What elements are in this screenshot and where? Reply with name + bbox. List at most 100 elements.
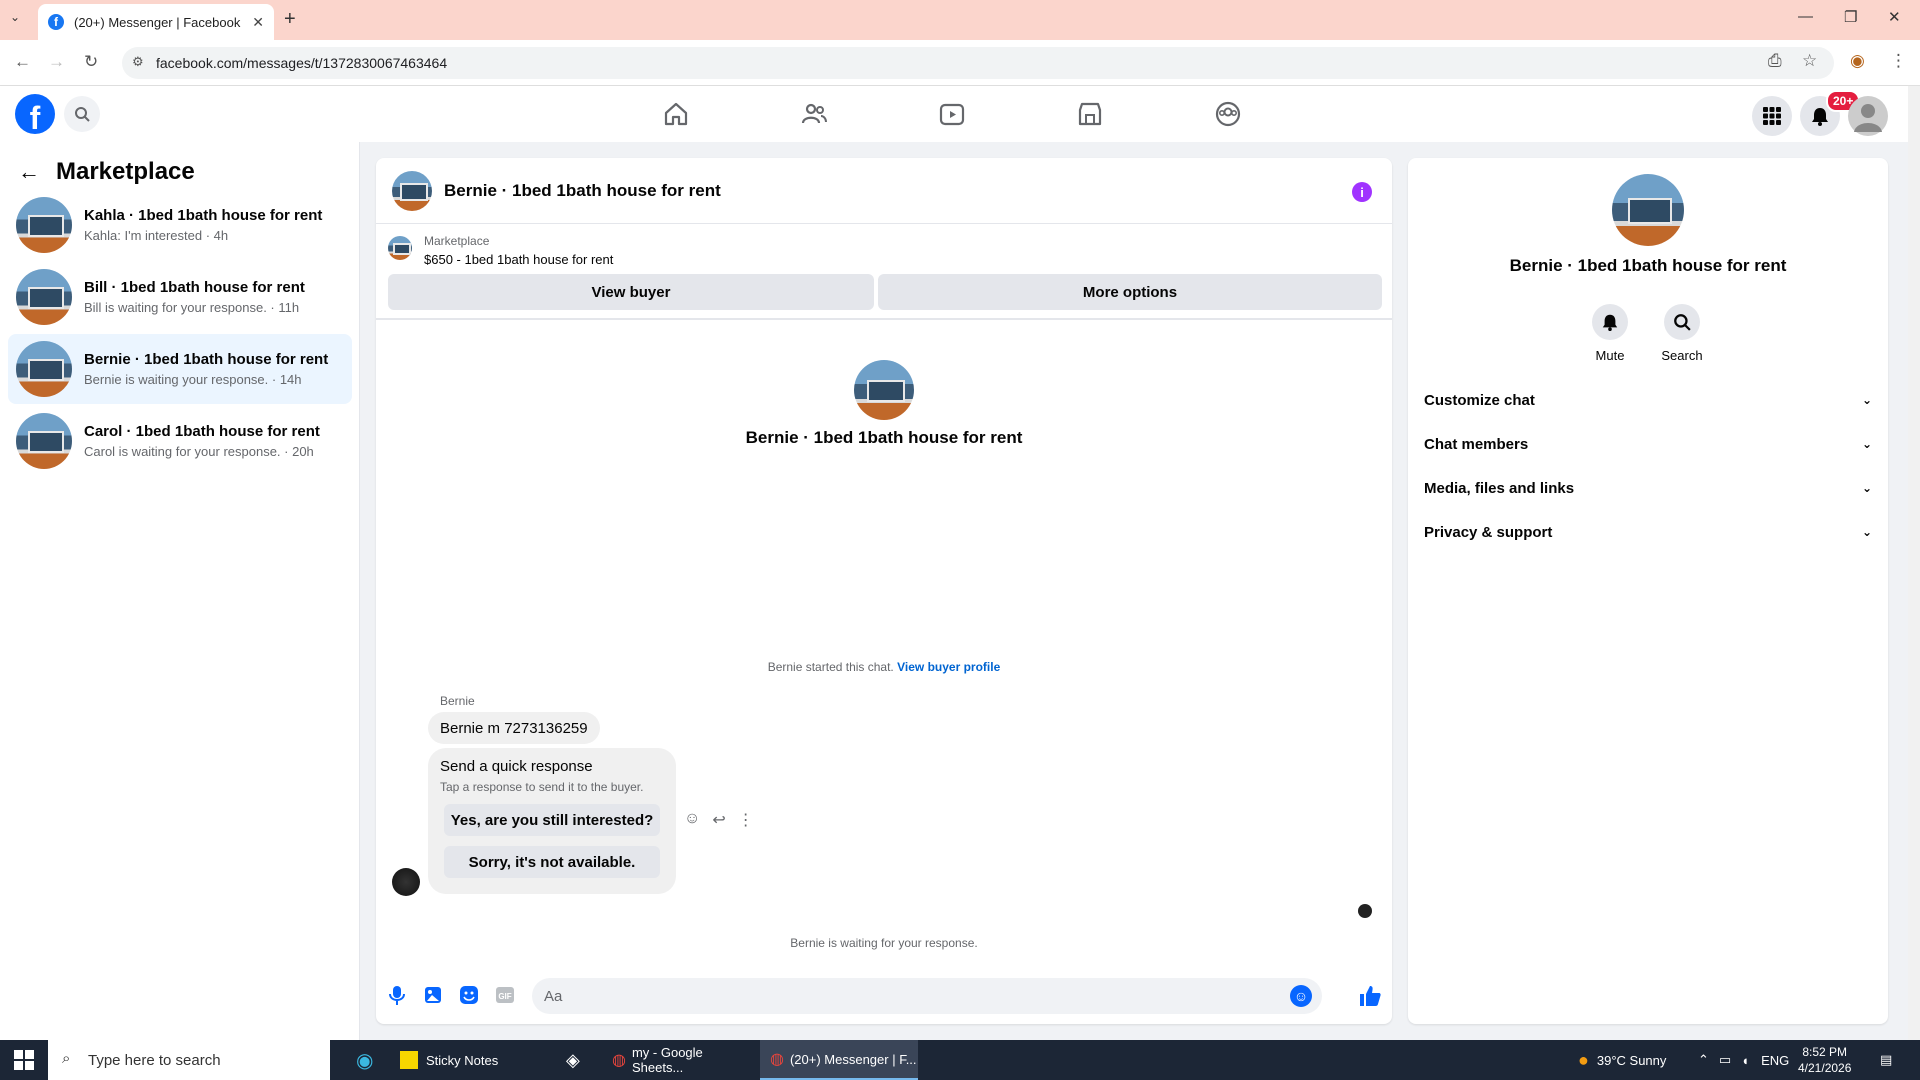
listing-thumbnail-small: [388, 236, 412, 260]
message-bubble[interactable]: Bernie m 7273136259: [428, 712, 600, 744]
conversation-item-bill[interactable]: Bill · 1bed 1bath house for rent Bill is …: [8, 262, 352, 332]
notification-center-icon[interactable]: ▤: [1880, 1040, 1892, 1080]
message-input[interactable]: Aa ☺: [532, 978, 1322, 1014]
media-files-links-section[interactable]: Media, files and links ⌄: [1424, 466, 1872, 510]
section-label: Privacy & support: [1424, 523, 1553, 541]
bookmark-star-icon[interactable]: ☆: [1802, 51, 1817, 71]
groups-icon[interactable]: [1214, 100, 1242, 128]
clock-time: 8:52 PM: [1802, 1045, 1848, 1059]
chrome-icon: ◍: [770, 1051, 784, 1068]
weather-text: 39°C Sunny: [1596, 1052, 1667, 1068]
edge-taskbar-icon[interactable]: ◉: [346, 1040, 386, 1080]
messenger-taskbar-item[interactable]: ◍ (20+) Messenger | F...: [760, 1040, 918, 1080]
seen-indicator: [1358, 904, 1372, 918]
listing-thumbnail: [16, 269, 72, 325]
conversation-item-carol[interactable]: Carol · 1bed 1bath house for rent Carol i…: [8, 406, 352, 476]
mute-button[interactable]: Mute: [1570, 304, 1650, 363]
facebook-logo[interactable]: f: [15, 94, 55, 134]
photo-icon[interactable]: [422, 984, 444, 1006]
forward-icon[interactable]: →: [48, 52, 65, 72]
account-avatar-button[interactable]: [1848, 96, 1888, 136]
more-icon[interactable]: ⋮: [738, 810, 754, 830]
details-name: Bernie · 1bed 1bath house for rent: [1509, 256, 1787, 275]
network-icon[interactable]: ▭: [1719, 1052, 1731, 1068]
profile-icon[interactable]: ◉: [1850, 51, 1865, 71]
taskbar-clock[interactable]: 8:52 PM 4/21/2026: [1798, 1044, 1851, 1076]
google-sheets-taskbar-item[interactable]: ◍ my - Google Sheets...: [602, 1040, 754, 1080]
weather-widget[interactable]: ● 39°C Sunny: [1578, 1040, 1666, 1080]
new-tab-icon[interactable]: +: [284, 8, 296, 31]
quick-response-sorry-button[interactable]: Sorry, it's not available.: [444, 846, 660, 878]
marketplace-icon[interactable]: [1076, 100, 1104, 128]
sender-avatar[interactable]: [392, 868, 420, 896]
site-settings-icon[interactable]: ⚙: [132, 54, 144, 70]
chat-header: Bernie · 1bed 1bath house for rent i: [376, 158, 1392, 224]
page-scrollbar[interactable]: [1908, 86, 1920, 1040]
gif-icon[interactable]: GIF: [494, 984, 516, 1006]
quick-response-yes-button[interactable]: Yes, are you still interested?: [444, 804, 660, 836]
windows-taskbar: ⌕ Type here to search ◉ Sticky Notes ◈ ◍…: [0, 1040, 1920, 1080]
back-arrow-icon[interactable]: ←: [18, 159, 40, 185]
back-icon[interactable]: ←: [14, 52, 31, 72]
chat-members-section[interactable]: Chat members ⌄: [1424, 422, 1872, 466]
address-bar[interactable]: ⚙ facebook.com/messages/t/13728300674634…: [122, 47, 1834, 79]
close-window-icon[interactable]: ✕: [1888, 8, 1901, 26]
conversation-preview: Bernie is waiting your response. · 14h: [84, 372, 302, 387]
info-icon[interactable]: i: [1352, 182, 1372, 202]
menu-grid-button[interactable]: [1752, 96, 1792, 136]
chevron-up-icon[interactable]: ⌃: [1698, 1052, 1709, 1068]
close-tab-icon[interactable]: ✕: [252, 14, 264, 31]
marketplace-label: Marketplace: [424, 234, 490, 248]
chevron-down-icon: ⌄: [1861, 393, 1872, 407]
browser-menu-icon[interactable]: ⋮: [1890, 51, 1907, 71]
install-app-icon[interactable]: ⎙: [1768, 51, 1782, 71]
microphone-icon[interactable]: [386, 984, 408, 1006]
customize-chat-section[interactable]: Customize chat ⌄: [1424, 378, 1872, 422]
conversation-item-bernie[interactable]: Bernie · 1bed 1bath house for rent Bernie…: [8, 334, 352, 404]
conversation-preview: Carol is waiting for your response. · 20…: [84, 444, 314, 459]
browser-toolbar: ← → ↻ ⚙ facebook.com/messages/t/13728300…: [0, 40, 1920, 86]
chat-title[interactable]: Bernie · 1bed 1bath house for rent: [444, 181, 721, 201]
privacy-support-section[interactable]: Privacy & support ⌄: [1424, 510, 1872, 554]
windows-start-icon[interactable]: [14, 1050, 34, 1070]
message-sender: Bernie: [440, 694, 475, 708]
chat-avatar[interactable]: [392, 170, 432, 211]
listing-thumbnail: [16, 413, 72, 469]
reply-icon[interactable]: ↩: [712, 810, 725, 830]
emoji-icon[interactable]: ☺: [1290, 985, 1312, 1007]
view-buyer-button[interactable]: View buyer: [388, 274, 874, 310]
video-icon[interactable]: [938, 100, 966, 128]
more-options-button[interactable]: More options: [878, 274, 1382, 310]
search-in-chat-button[interactable]: Search: [1642, 304, 1722, 363]
language-indicator[interactable]: ENG: [1761, 1053, 1789, 1068]
search-icon: [75, 107, 90, 122]
reload-icon[interactable]: ↻: [84, 52, 98, 72]
conversation-item-kahla[interactable]: Kahla · 1bed 1bath house for rent Kahla: …: [8, 190, 352, 260]
chevron-down-icon: ⌄: [1861, 525, 1872, 539]
sticker-icon[interactable]: [458, 984, 480, 1006]
listing-banner: Marketplace $650 - 1bed 1bath house for …: [376, 224, 1392, 320]
messenger-label: (20+) Messenger | F...: [789, 1051, 917, 1067]
conversation-name: Kahla · 1bed 1bath house for rent: [84, 207, 323, 224]
tab-search-icon[interactable]: ⌄: [10, 10, 20, 24]
tab-title: (20+) Messenger | Facebook: [74, 14, 241, 30]
home-icon[interactable]: [662, 100, 690, 128]
message-composer: GIF Aa ☺: [376, 974, 1392, 1018]
friends-icon[interactable]: [800, 100, 828, 128]
thumbs-up-icon[interactable]: [1358, 984, 1382, 1008]
sticky-notes-icon: [400, 1051, 418, 1069]
sun-icon: ●: [1578, 1049, 1589, 1070]
view-buyer-profile-link[interactable]: View buyer profile: [897, 660, 1000, 674]
volume-icon[interactable]: ◖: [1741, 1053, 1749, 1068]
facebook-search-button[interactable]: [64, 96, 100, 132]
app-taskbar-icon[interactable]: ◈: [556, 1040, 596, 1080]
minimize-icon[interactable]: —: [1798, 8, 1813, 25]
sticky-notes-taskbar-item[interactable]: Sticky Notes: [390, 1040, 542, 1080]
quick-response-subtitle: Tap a response to send it to the buyer.: [440, 780, 644, 794]
react-icon[interactable]: ☺: [684, 810, 700, 830]
restore-icon[interactable]: ❐: [1844, 8, 1857, 26]
taskbar-search-box[interactable]: ⌕ Type here to search: [48, 1040, 330, 1080]
browser-tab-messenger[interactable]: f (20+) Messenger | Facebook ✕: [38, 4, 274, 40]
listing-price-title[interactable]: $650 - 1bed 1bath house for rent: [424, 252, 613, 267]
conversation-profile-image: [854, 360, 914, 420]
